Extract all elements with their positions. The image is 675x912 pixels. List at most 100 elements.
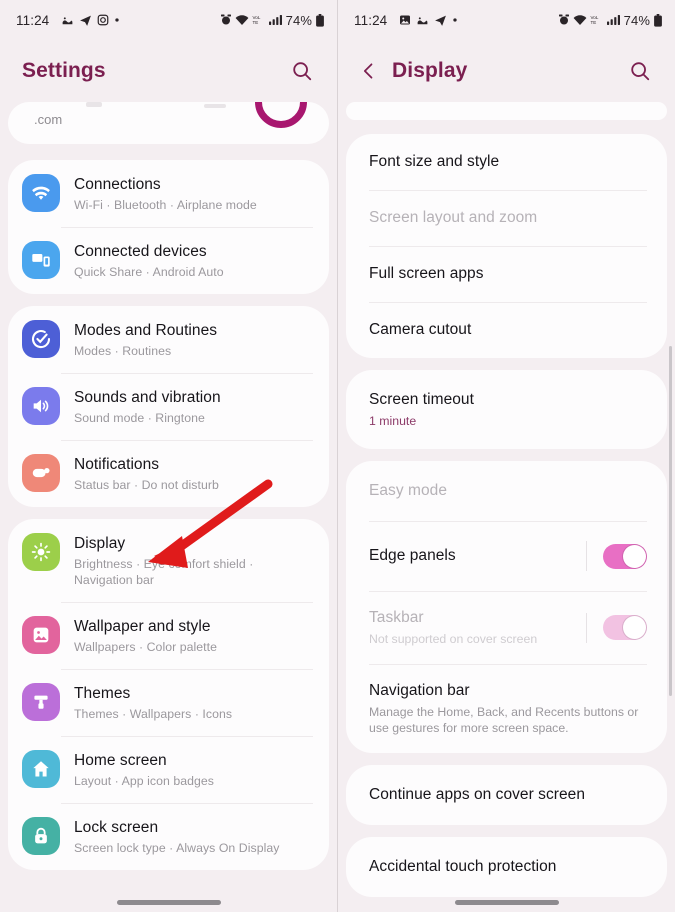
list-item[interactable]: Themes Themes · Wallpapers · Icons <box>8 669 329 736</box>
status-bar-left-icons: 11:24 <box>354 13 558 28</box>
search-icon[interactable] <box>623 54 657 88</box>
search-icon[interactable] <box>285 54 319 88</box>
page-title: Display <box>392 59 468 82</box>
list-item-title: Connected devices <box>74 243 207 260</box>
battery-icon <box>653 13 663 27</box>
previous-card-partial <box>346 102 667 120</box>
volte-icon: VoL TE <box>252 14 266 26</box>
settings-group-display: Display Brightness · Eye comfort shield … <box>8 519 329 870</box>
list-item-title: Screen timeout <box>369 391 474 408</box>
connected-devices-icon <box>22 241 60 279</box>
list-item-taskbar[interactable]: Taskbar Not supported on cover screen <box>346 591 667 664</box>
display-group-cover-screen: Continue apps on cover screen <box>346 765 667 825</box>
list-item[interactable]: Connected devices Quick Share · Android … <box>8 227 329 294</box>
list-item-title: Lock screen <box>74 819 159 836</box>
list-item-text: Font size and style <box>369 152 647 172</box>
list-item-subtitle: Wallpapers · Color palette <box>74 640 218 654</box>
battery-percentage: 74% <box>285 12 312 28</box>
display-group-screen: Font size and style Screen layout and zo… <box>346 134 667 358</box>
signal-icon <box>268 14 282 26</box>
list-item-subtitle: Not supported on cover screen <box>369 632 538 646</box>
list-item-camera-cutout[interactable]: Camera cutout <box>346 302 667 358</box>
list-item-font-size[interactable]: Font size and style <box>346 134 667 190</box>
left-phone-screen: 11:24 VoL TE 74% Settings .com Connectio… <box>0 0 337 912</box>
list-item-subtitle: Quick Share · Android Auto <box>74 265 224 279</box>
scrollbar-thumb[interactable] <box>669 346 672 696</box>
list-item-subtitle: Status bar · Do not disturb <box>74 478 219 492</box>
list-item-text: Notifications Status bar · Do not distur… <box>74 454 219 493</box>
list-item-title: Navigation bar <box>369 682 470 699</box>
instagram-icon <box>97 14 109 26</box>
list-item-easy-mode[interactable]: Easy mode <box>346 461 667 521</box>
list-item-text: Full screen apps <box>369 264 647 284</box>
list-item-title: Screen layout and zoom <box>369 209 538 226</box>
status-bar-left-icons: 11:24 <box>16 13 220 28</box>
list-item-text: Connected devices Quick Share · Android … <box>74 241 224 280</box>
list-item-text: Wallpaper and style Wallpapers · Color p… <box>74 616 217 655</box>
settings-scroll-area[interactable]: .com Connections Wi-Fi · Bluetooth · Air… <box>0 102 337 912</box>
photos-icon <box>61 14 74 27</box>
status-bar-right: 11:24 VoL TE 74% <box>338 0 675 40</box>
edge-panels-toggle[interactable] <box>603 543 647 569</box>
list-item-title: Themes <box>74 685 131 702</box>
list-item[interactable]: Wallpaper and style Wallpapers · Color p… <box>8 602 329 669</box>
list-item-display[interactable]: Display Brightness · Eye comfort shield … <box>8 519 329 602</box>
list-item[interactable]: Home screen Layout · App icon badges <box>8 736 329 803</box>
status-bar-right-icons: VoL TE 74% <box>558 13 663 28</box>
toggle-knob <box>623 616 646 639</box>
list-item-subtitle: Modes · Routines <box>74 344 172 358</box>
dot-icon <box>452 17 458 23</box>
list-item-title: Full screen apps <box>369 265 484 282</box>
status-bar-clock: 11:24 <box>16 12 50 28</box>
list-item-accidental-touch[interactable]: Accidental touch protection <box>346 837 667 897</box>
list-item-text: Themes Themes · Wallpapers · Icons <box>74 683 232 722</box>
back-chevron-icon[interactable] <box>352 54 386 88</box>
list-item-screen-timeout[interactable]: Screen timeout 1 minute <box>346 370 667 449</box>
volte-icon: VoL TE <box>590 14 604 26</box>
ghost-text-1 <box>86 102 102 107</box>
status-bar-left: 11:24 VoL TE 74% <box>0 0 337 40</box>
status-bar-right-icons: VoL TE 74% <box>220 13 325 28</box>
list-item-title: Home screen <box>74 752 167 769</box>
wallpaper-icon <box>22 616 60 654</box>
list-item-text: Edge panels <box>369 546 572 566</box>
list-item-screen-layout[interactable]: Screen layout and zoom <box>346 190 667 246</box>
svg-text:TE: TE <box>590 20 596 25</box>
list-item-text: Screen layout and zoom <box>369 208 647 228</box>
list-item-full-screen-apps[interactable]: Full screen apps <box>346 246 667 302</box>
list-item-title: Taskbar <box>369 609 424 626</box>
signal-icon <box>606 14 620 26</box>
svg-text:VoL: VoL <box>590 15 598 20</box>
list-item-title: Font size and style <box>369 153 500 170</box>
battery-icon <box>315 13 325 27</box>
list-item-title: Camera cutout <box>369 321 472 338</box>
list-item-text: Taskbar Not supported on cover screen <box>369 608 572 647</box>
list-item-text: Continue apps on cover screen <box>369 785 647 805</box>
list-item-subtitle: Wi-Fi · Bluetooth · Airplane mode <box>74 198 257 212</box>
wifi-icon <box>573 14 587 26</box>
list-item[interactable]: Modes and Routines Modes · Routines <box>8 306 329 373</box>
svg-text:VoL: VoL <box>252 15 260 20</box>
list-item[interactable]: Sounds and vibration Sound mode · Ringto… <box>8 373 329 440</box>
list-item[interactable]: Notifications Status bar · Do not distur… <box>8 440 329 507</box>
telegram-icon <box>434 14 447 27</box>
battery-percentage: 74% <box>623 12 650 28</box>
account-card-partial[interactable]: .com <box>8 102 329 144</box>
list-item[interactable]: Connections Wi-Fi · Bluetooth · Airplane… <box>8 160 329 227</box>
list-item-title: Edge panels <box>369 547 456 564</box>
gesture-bar[interactable] <box>454 900 559 905</box>
settings-group-connections: Connections Wi-Fi · Bluetooth · Airplane… <box>8 160 329 294</box>
list-item-title: Display <box>74 535 126 552</box>
list-item-continue-apps[interactable]: Continue apps on cover screen <box>346 765 667 825</box>
notifications-icon <box>22 454 60 492</box>
list-item-title: Continue apps on cover screen <box>369 786 585 803</box>
list-item[interactable]: Lock screen Screen lock type · Always On… <box>8 803 329 870</box>
list-item-text: Screen timeout 1 minute <box>369 390 647 429</box>
list-item-edge-panels[interactable]: Edge panels <box>346 521 667 591</box>
list-item-navigation-bar[interactable]: Navigation bar Manage the Home, Back, an… <box>346 664 667 753</box>
dual-screenshot-container: 11:24 VoL TE 74% Settings .com Connectio… <box>0 0 675 912</box>
taskbar-toggle[interactable] <box>603 615 647 640</box>
avatar-icon <box>255 102 307 128</box>
display-scroll-area[interactable]: Font size and style Screen layout and zo… <box>338 102 675 912</box>
gesture-bar[interactable] <box>116 900 221 905</box>
